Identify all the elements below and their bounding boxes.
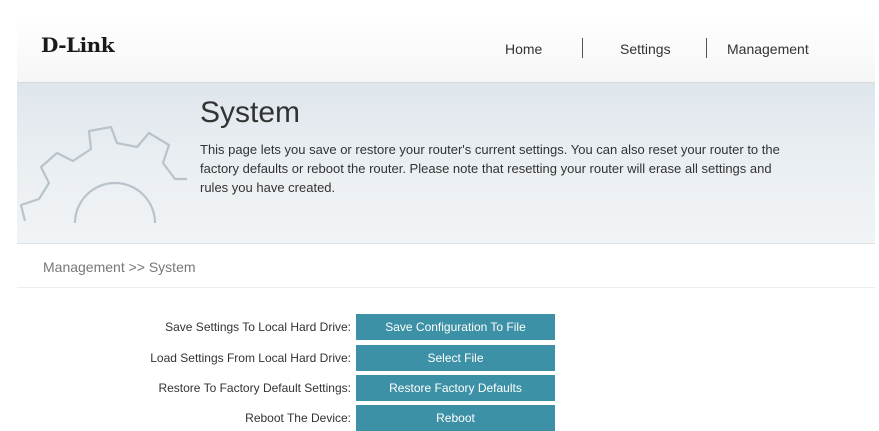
save-settings-row: Save Settings To Local Hard Drive: Save … (0, 314, 879, 340)
reboot-button[interactable]: Reboot (356, 405, 555, 431)
load-settings-label: Load Settings From Local Hard Drive: (150, 351, 351, 365)
save-settings-label: Save Settings To Local Hard Drive: (165, 320, 351, 334)
page-description: This page lets you save or restore your … (200, 142, 780, 195)
save-configuration-button[interactable]: Save Configuration To File (356, 314, 555, 340)
reboot-label: Reboot The Device: (245, 411, 351, 425)
load-settings-row: Load Settings From Local Hard Drive: Sel… (0, 345, 879, 371)
nav-separator (706, 38, 707, 58)
nav-management[interactable]: Management (727, 41, 809, 57)
restore-factory-defaults-button[interactable]: Restore Factory Defaults (356, 375, 555, 401)
restore-defaults-label: Restore To Factory Default Settings: (158, 381, 351, 395)
page-title: System (200, 96, 301, 129)
main-nav: Home Settings Management (17, 14, 875, 82)
restore-defaults-row: Restore To Factory Default Settings: Res… (0, 375, 879, 401)
breadcrumb: Management >> System (43, 259, 196, 275)
reboot-row: Reboot The Device: Reboot (0, 405, 879, 431)
divider (17, 287, 875, 288)
select-file-button[interactable]: Select File (356, 345, 555, 371)
page-banner: System This page lets you save or restor… (17, 83, 875, 244)
nav-settings[interactable]: Settings (620, 41, 671, 57)
nav-home[interactable]: Home (505, 41, 542, 57)
nav-separator (582, 38, 583, 58)
gear-icon (19, 125, 187, 224)
top-navigation-bar: D-Link Home Settings Management (17, 14, 875, 83)
